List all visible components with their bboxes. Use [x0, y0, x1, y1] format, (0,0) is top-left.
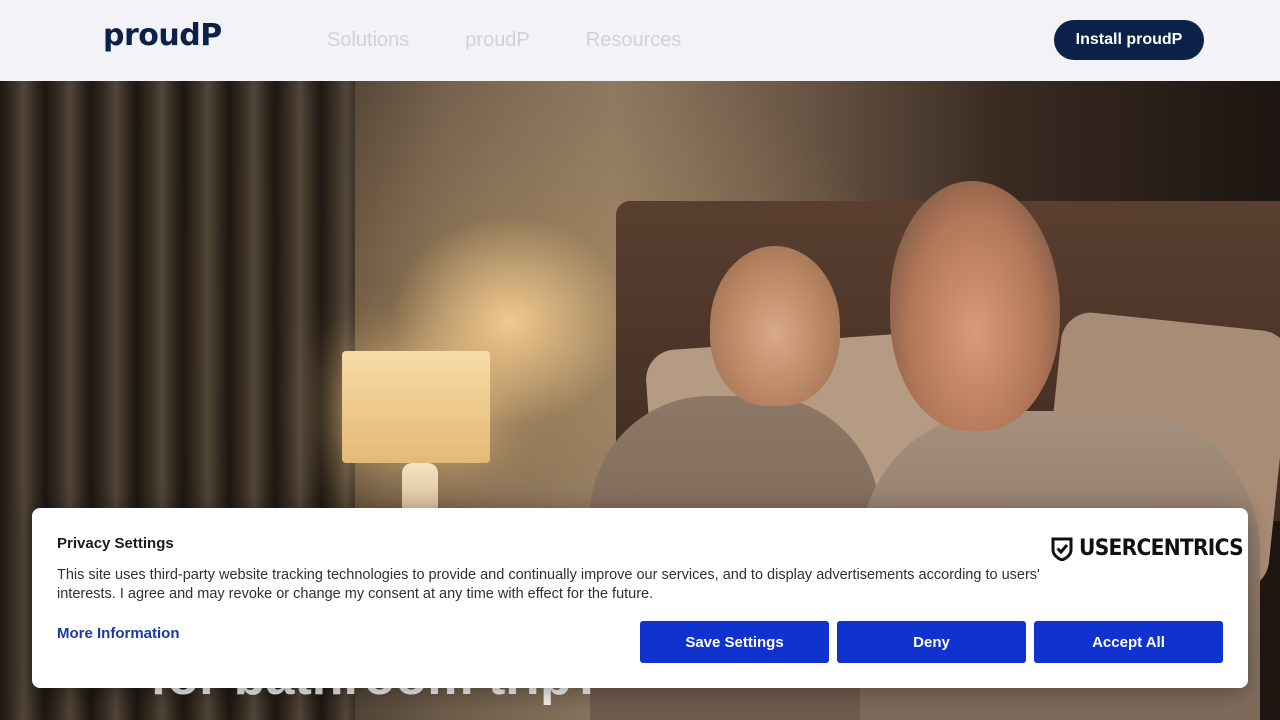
site-header: proudP Solutions proudP Resources Instal…	[0, 0, 1280, 81]
consent-title: Privacy Settings	[57, 535, 174, 552]
save-settings-button[interactable]: Save Settings	[640, 621, 829, 663]
nav-proudp[interactable]: proudP	[465, 29, 530, 52]
more-information-link[interactable]: More Information	[57, 625, 180, 642]
man-head	[890, 181, 1060, 431]
site-logo[interactable]: proudP	[103, 18, 222, 53]
accept-all-button[interactable]: Accept All	[1034, 621, 1223, 663]
usercentrics-logo: USERCENTRICS	[1051, 536, 1257, 561]
consent-text: This site uses third-party website track…	[57, 567, 1040, 602]
consent-dialog: Privacy Settings This site uses third-pa…	[32, 508, 1248, 688]
nav-resources[interactable]: Resources	[586, 29, 682, 52]
usercentrics-wordmark: USERCENTRICS	[1079, 536, 1244, 561]
lamp-shade	[342, 351, 490, 463]
woman-head	[710, 246, 840, 406]
deny-button[interactable]: Deny	[837, 621, 1026, 663]
nav-solutions[interactable]: Solutions	[327, 29, 409, 52]
install-button[interactable]: Install proudP	[1054, 20, 1204, 60]
main-nav: Solutions proudP Resources	[327, 29, 681, 52]
shield-icon	[1051, 537, 1073, 561]
